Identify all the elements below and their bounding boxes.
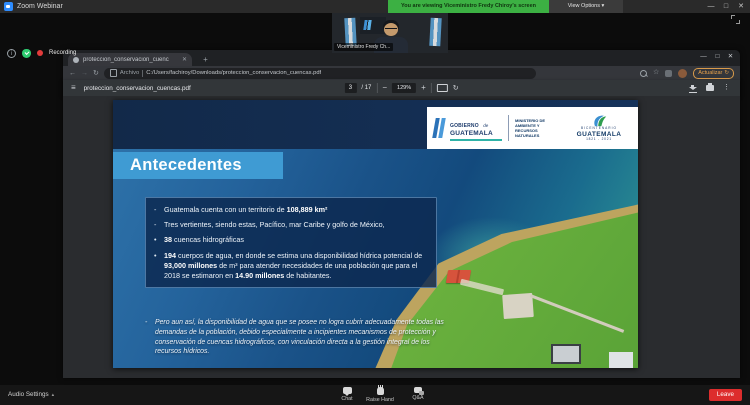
profile-avatar[interactable] — [678, 69, 687, 78]
address-path: C:/Users/fachiroy/Downloads/proteccion_c… — [146, 70, 321, 76]
toolbar-divider — [431, 83, 432, 93]
bullet-cuerpos-agua: • 194 cuerpos de agua, en donde se estim… — [154, 251, 426, 282]
chevron-up-icon: ▴ — [52, 385, 55, 405]
gobierno-bars-icon — [434, 118, 444, 138]
institutional-logo-box: GOBIERNO de GUATEMALA MINISTERIO DE AMBI… — [427, 107, 638, 149]
chrome-close-icon[interactable]: ✕ — [724, 51, 737, 63]
new-tab-button[interactable]: + — [199, 53, 212, 66]
chrome-minimize-icon[interactable]: — — [697, 51, 710, 63]
slide-page: GOBIERNO de GUATEMALA MINISTERIO DE AMBI… — [113, 100, 638, 368]
zoom-magnifier-icon[interactable] — [640, 70, 647, 77]
note-paragraph: - Pero aun así, la disponibilidad de agu… — [145, 318, 445, 357]
pdf-toolbar: ≡ proteccion_conservacion_cuencas.pdf 3 … — [63, 80, 740, 96]
zoom-out-icon[interactable]: − — [382, 83, 387, 93]
ministerio-label: MINISTERIO DE AMBIENTE Y RECURSOS NATURA… — [515, 118, 561, 139]
page-number-input[interactable]: 3 — [344, 83, 356, 93]
logo-divider — [508, 115, 509, 141]
pdf-action-icons: ⋮ — [689, 83, 730, 93]
fit-page-icon[interactable] — [437, 84, 448, 92]
speaker-glasses — [385, 28, 397, 32]
qa-bubbles-icon — [414, 387, 422, 393]
fullscreen-icon[interactable] — [731, 15, 740, 24]
chrome-window: proteccion_conservacion_cuenc ✕ + — □ ✕ … — [63, 50, 740, 378]
gobierno-logo-text: GOBIERNO de GUATEMALA — [450, 115, 502, 141]
shore-building — [551, 344, 581, 364]
shore-building — [609, 352, 633, 368]
zoom-window-title: Zoom Webinar — [17, 0, 63, 13]
pdf-menu-icon[interactable]: ≡ — [71, 80, 76, 96]
tab-title: proteccion_conservacion_cuenc — [83, 57, 178, 63]
bullet-vertientes: - Tres vertientes, siendo estas, Pacífic… — [154, 220, 426, 230]
chevron-down-icon: ▾ — [602, 3, 605, 9]
bicentenario-logo: BICENTENARIO GUATEMALA 1821 - 2021 — [567, 114, 631, 142]
zoom-close-icon[interactable]: ✕ — [734, 0, 748, 13]
bullet-territory: - Guatemala cuenta con un territorio de … — [154, 205, 426, 215]
forward-icon[interactable]: → — [81, 70, 88, 77]
extensions-icon[interactable] — [665, 70, 672, 77]
audio-settings-button[interactable]: Audio Settings ▴ — [8, 385, 54, 405]
zoom-bottombar: Audio Settings ▴ Chat Raise Hand Q&A Lea… — [0, 385, 750, 405]
meeting-info-icon[interactable]: i — [7, 49, 16, 58]
more-options-icon[interactable]: ⋮ — [723, 83, 730, 93]
screen-share-banner: You are viewing Viceministro Fredy Chiro… — [388, 0, 549, 13]
recording-dot-icon — [37, 50, 43, 56]
leave-button[interactable]: Leave — [709, 389, 742, 401]
view-options-button[interactable]: View Options ▾ — [549, 0, 623, 13]
raise-hand-button[interactable]: Raise Hand — [360, 387, 400, 403]
zoom-titlebar: Zoom Webinar You are viewing Viceministr… — [0, 0, 750, 13]
address-bar[interactable]: Archivo C:/Users/fachiroy/Downloads/prot… — [104, 68, 536, 79]
zoom-minimize-icon[interactable]: — — [704, 0, 718, 13]
bookmark-star-icon[interactable]: ☆ — [653, 69, 659, 77]
guatemala-flag-left — [344, 18, 356, 47]
speaker-name-tag: Viceministro Fredy Ch... — [334, 43, 393, 51]
qa-button[interactable]: Q&A — [398, 387, 438, 401]
back-icon[interactable]: ← — [69, 70, 76, 77]
address-scheme: Archivo — [120, 70, 139, 76]
pdf-scroll-area[interactable]: GOBIERNO de GUATEMALA MINISTERIO DE AMBI… — [63, 96, 740, 378]
zoom-maximize-icon[interactable]: □ — [719, 0, 733, 13]
chat-bubble-icon — [343, 387, 352, 394]
bullet-cuencas: • 38 cuencas hidrográficas — [154, 235, 426, 245]
raised-hand-icon — [377, 387, 384, 395]
file-icon — [110, 69, 117, 77]
slide-title: Antecedentes — [113, 152, 283, 179]
download-icon[interactable] — [689, 84, 697, 92]
pdf-filename: proteccion_conservacion_cuencas.pdf — [84, 85, 191, 92]
facts-box: - Guatemala cuenta con un territorio de … — [145, 197, 437, 288]
tab-close-icon[interactable]: ✕ — [182, 56, 187, 63]
guatemala-flag-right — [429, 18, 441, 47]
slide-title-banner: Antecedentes — [113, 152, 283, 179]
navbar-right-icons: ☆ Actualizar ↻ — [640, 68, 734, 79]
zoom-level-label: 129% — [392, 83, 416, 93]
chrome-navbar: ← → ↻ Archivo C:/Users/fachiroy/Download… — [63, 66, 740, 80]
browser-tab[interactable]: proteccion_conservacion_cuenc ✕ — [68, 53, 192, 66]
chrome-maximize-icon[interactable]: □ — [711, 51, 724, 63]
toolbar-divider — [376, 83, 377, 93]
chrome-update-button[interactable]: Actualizar ↻ — [693, 68, 734, 79]
address-divider — [142, 70, 143, 77]
gobierno-teal-line — [450, 139, 502, 141]
page-total-label: / 17 — [361, 85, 371, 91]
rotate-icon[interactable]: ↻ — [453, 84, 459, 93]
recording-label: Recording — [49, 50, 76, 56]
zoom-logo-icon — [4, 2, 13, 11]
speaker-video-tile[interactable]: Viceministro Fredy Ch... — [332, 13, 448, 53]
update-refresh-icon: ↻ — [724, 69, 729, 78]
meeting-status-cluster: i Recording — [7, 47, 76, 59]
pdf-page-controls: 3 / 17 − 129% + ↻ — [344, 83, 458, 93]
zoom-in-icon[interactable]: + — [421, 83, 426, 93]
security-shield-icon[interactable] — [22, 49, 31, 58]
reload-icon[interactable]: ↻ — [93, 69, 99, 77]
print-icon[interactable] — [706, 85, 714, 91]
zoom-app-window: Zoom Webinar You are viewing Viceministr… — [0, 0, 750, 405]
